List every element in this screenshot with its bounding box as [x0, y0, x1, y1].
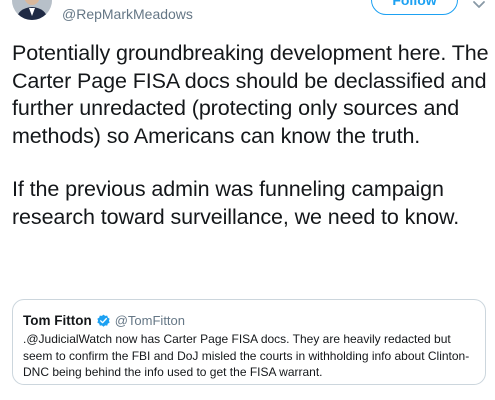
- tweet-text: Potentially groundbreaking development h…: [12, 40, 490, 231]
- quoted-tweet-text: .@JudicialWatch now has Carter Page FISA…: [23, 332, 470, 379]
- follow-button[interactable]: Follow: [371, 0, 458, 15]
- author-handle[interactable]: @RepMarkMeadows: [62, 5, 193, 23]
- chevron-down-icon[interactable]: [472, 0, 486, 10]
- quoted-tweet-handle: @TomFitton: [114, 313, 186, 328]
- verified-badge-icon: [97, 314, 110, 327]
- tweet-paragraph: If the previous admin was funneling camp…: [12, 177, 460, 229]
- tweet-paragraph: Potentially groundbreaking development h…: [12, 41, 489, 148]
- quoted-tweet-author-name: Tom Fitton: [23, 313, 92, 328]
- avatar[interactable]: [12, 0, 52, 20]
- quoted-tweet-header: Tom Fitton @TomFitton: [23, 312, 475, 329]
- quoted-tweet[interactable]: Tom Fitton @TomFitton .@JudicialWatch no…: [12, 299, 486, 385]
